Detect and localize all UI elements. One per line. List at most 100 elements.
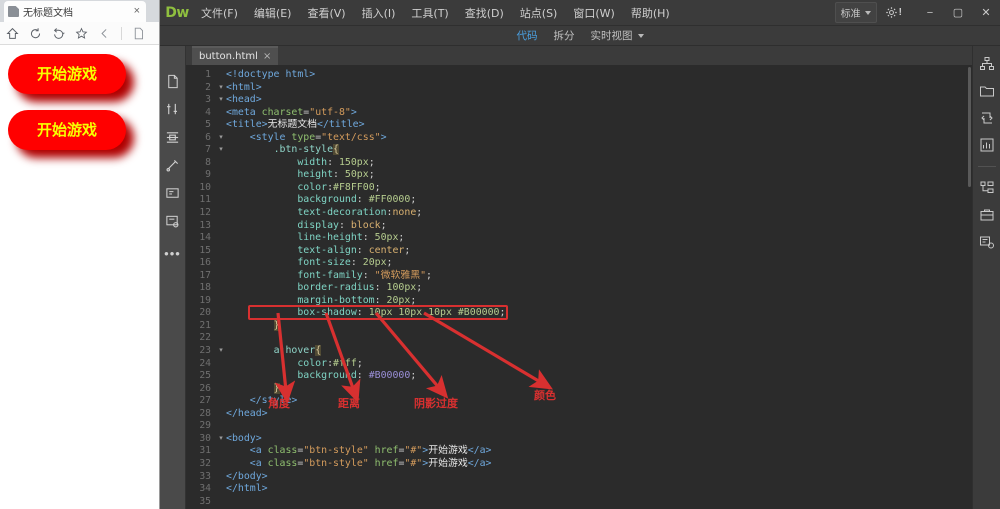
workspace-label: 标准: [840, 9, 861, 20]
code-line[interactable]: <html>: [226, 82, 972, 95]
code-line[interactable]: background: #FF0000;: [226, 194, 972, 207]
code-line[interactable]: margin-bottom: 20px;: [226, 295, 972, 308]
insert-icon[interactable]: [979, 207, 995, 223]
code-line[interactable]: }: [226, 382, 972, 396]
code-line[interactable]: box-shadow: 10px 10px 10px #B00000;: [226, 307, 972, 320]
tab-code[interactable]: 代码: [517, 28, 538, 43]
document-tab-button-html[interactable]: button.html ×: [192, 46, 279, 65]
code-line[interactable]: }: [226, 319, 972, 333]
menu-site[interactable]: 站点(S): [513, 2, 565, 24]
code-line[interactable]: <title>无标题文档</title>: [226, 119, 972, 132]
fold-toggle-icon[interactable]: ▾: [216, 82, 226, 95]
menu-view[interactable]: 查看(V): [300, 2, 352, 24]
code-line[interactable]: </html>: [226, 483, 972, 496]
close-icon[interactable]: ×: [263, 51, 271, 62]
fold-toggle-icon[interactable]: ▾: [216, 132, 226, 145]
start-game-button-1[interactable]: 开始游戏: [8, 54, 126, 94]
code-line[interactable]: color:#F8FF00;: [226, 182, 972, 195]
code-line[interactable]: [226, 332, 972, 345]
code-line[interactable]: <a class="btn-style" href="#">开始游戏</a>: [226, 458, 972, 471]
code-folding-column[interactable]: ▾ ▾ ▾ ▾ ▾ ▾: [216, 65, 226, 509]
settings-button[interactable]: !: [885, 6, 902, 19]
code-line[interactable]: font-family: "微软雅黑";: [226, 270, 972, 283]
line-number: 16: [199, 257, 211, 269]
code-line[interactable]: font-size: 20px;: [226, 257, 972, 270]
editor-scrollbar[interactable]: [967, 65, 972, 509]
fold-toggle-icon[interactable]: ▾: [216, 94, 226, 107]
fold-toggle-icon[interactable]: ▾: [216, 345, 226, 358]
behaviors-icon[interactable]: [979, 234, 995, 250]
close-icon[interactable]: ×: [132, 6, 142, 17]
chevron-down-icon[interactable]: [637, 33, 644, 38]
minimize-button[interactable]: −: [916, 0, 944, 26]
code-line[interactable]: width: 150px;: [226, 157, 972, 170]
menu-find[interactable]: 查找(D): [458, 2, 511, 24]
dom-tree-icon[interactable]: [979, 56, 995, 72]
annotation-label-1: 角度: [268, 397, 290, 410]
more-options-icon[interactable]: •••: [164, 246, 181, 261]
code-line[interactable]: text-align: center;: [226, 245, 972, 258]
scrollbar-thumb[interactable]: [968, 67, 971, 187]
files-icon[interactable]: [979, 180, 995, 196]
code-line[interactable]: [226, 420, 972, 433]
code-line[interactable]: .btn-style{: [226, 144, 972, 157]
line-number: 6: [205, 131, 211, 143]
code-line[interactable]: color:#fff;: [226, 358, 972, 371]
tab-live-view[interactable]: 实时视图: [591, 28, 633, 43]
fold-toggle-icon[interactable]: ▾: [216, 433, 226, 446]
back-arrow-dropdown-icon[interactable]: [52, 27, 65, 40]
code-line[interactable]: background: #B00000;: [226, 370, 972, 383]
menu-tools[interactable]: 工具(T): [404, 2, 455, 24]
code-line[interactable]: <body>: [226, 433, 972, 446]
code-line[interactable]: height: 50px;: [226, 169, 972, 182]
star-icon[interactable]: [75, 27, 88, 40]
css-designer-icon[interactable]: [979, 137, 995, 153]
code-line[interactable]: </body>: [226, 471, 972, 484]
format-source-icon[interactable]: [165, 130, 180, 145]
menu-edit[interactable]: 编辑(E): [247, 2, 299, 24]
close-button[interactable]: ✕: [972, 0, 1000, 26]
menu-insert[interactable]: 插入(I): [355, 2, 403, 24]
code-line[interactable]: <style type="text/css">: [226, 132, 972, 145]
line-number: 33: [199, 470, 211, 482]
chevron-left-icon[interactable]: [98, 27, 111, 40]
collapse-icon[interactable]: [165, 214, 180, 229]
code-text-area[interactable]: <!doctype html> <html> <head> <meta charset…: [226, 65, 972, 509]
workspace-body: ••• button.html × 1 2 3 4 5 6 7 8 9 10 11 12 13 14 15 1…: [160, 46, 1000, 509]
code-line[interactable]: a:hover{: [226, 345, 972, 358]
tab-split[interactable]: 拆分: [554, 28, 575, 43]
assets-icon[interactable]: [979, 83, 995, 99]
refresh-icon[interactable]: [29, 27, 42, 40]
code-line[interactable]: <meta charset="utf-8">: [226, 107, 972, 120]
page-icon[interactable]: [132, 27, 145, 40]
fold-toggle-icon[interactable]: ▾: [216, 144, 226, 157]
indent-icon[interactable]: [165, 158, 180, 173]
menu-window[interactable]: 窗口(W): [566, 2, 621, 24]
tab-live-view-wrap[interactable]: 实时视图: [591, 28, 644, 43]
code-line[interactable]: border-radius: 100px;: [226, 282, 972, 295]
line-number: 30: [199, 432, 211, 444]
maximize-button[interactable]: ▢: [944, 0, 972, 26]
code-line[interactable]: line-height: 50px;: [226, 232, 972, 245]
home-icon[interactable]: [6, 27, 19, 40]
code-line[interactable]: [226, 496, 972, 509]
code-editor[interactable]: 1 2 3 4 5 6 7 8 9 10 11 12 13 14 15 16 17 18 19 20 21 22 23 24 2…: [186, 65, 972, 509]
snippets-icon[interactable]: [979, 110, 995, 126]
workspace-switcher[interactable]: 标准: [834, 2, 877, 23]
new-file-icon[interactable]: [165, 74, 180, 89]
code-line[interactable]: display: block;: [226, 220, 972, 233]
line-number: 8: [205, 156, 211, 168]
browser-tab[interactable]: 无标题文档 ×: [4, 1, 146, 22]
menu-file[interactable]: 文件(F): [194, 2, 245, 24]
comment-icon[interactable]: [165, 186, 180, 201]
code-line[interactable]: <a class="btn-style" href="#">开始游戏</a>: [226, 445, 972, 458]
browser-panel: 无标题文档 × 开始游戏 开始游戏: [0, 0, 160, 509]
document-tab-bar: button.html ×: [186, 46, 972, 65]
code-line[interactable]: text-decoration:none;: [226, 207, 972, 220]
start-game-button-2[interactable]: 开始游戏: [8, 110, 126, 150]
sort-icon[interactable]: [165, 102, 180, 117]
code-line[interactable]: <head>: [226, 94, 972, 107]
menu-help[interactable]: 帮助(H): [624, 2, 677, 24]
code-line[interactable]: <!doctype html>: [226, 69, 972, 82]
